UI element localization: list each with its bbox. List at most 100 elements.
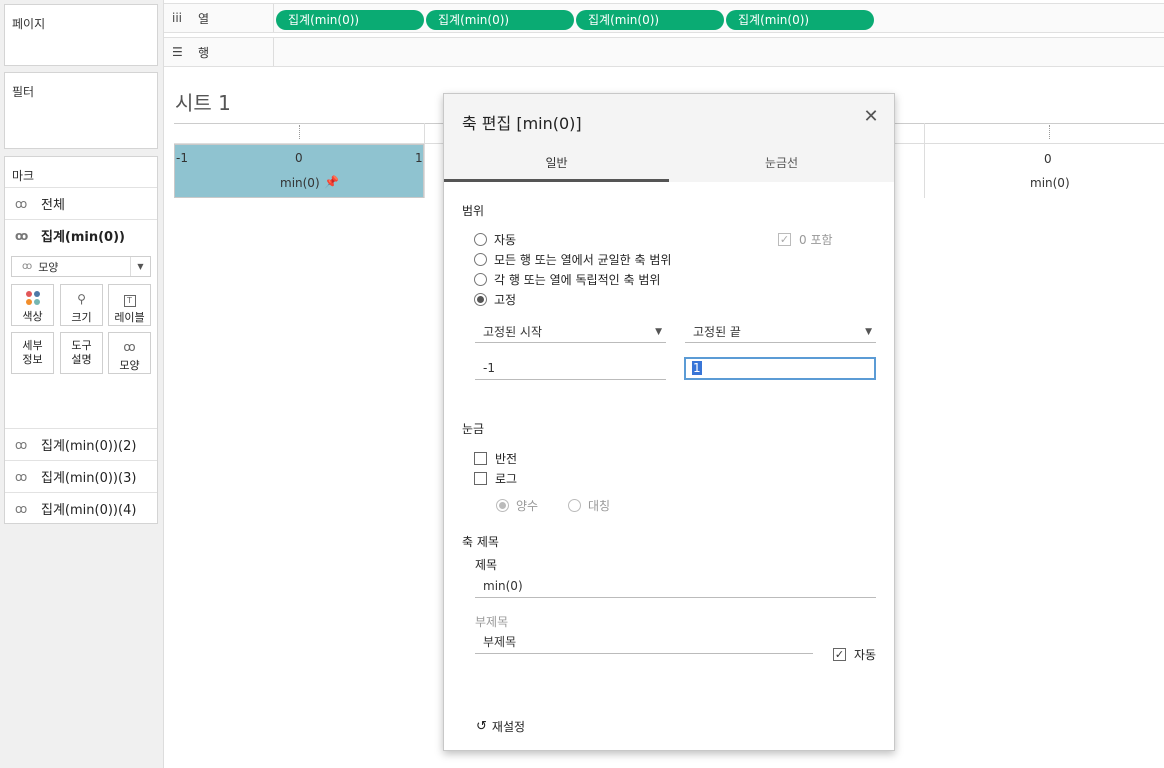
axis-title: min(0) — [280, 176, 320, 190]
marks-card-agg-2[interactable]: ꝏ 집계(min(0))(2) — [5, 428, 157, 460]
dropdown-value: 고정된 끝 — [693, 325, 741, 339]
label-button[interactable]: T 레이블 — [108, 284, 151, 326]
color-button[interactable]: 색상 — [11, 284, 54, 326]
fixed-end-dropdown[interactable]: 고정된 끝 ▼ — [685, 321, 876, 343]
column-pill[interactable]: 집계(min(0)) — [726, 10, 874, 30]
axis4-mid-tick: 0 — [1044, 152, 1052, 166]
axis-tick-mark — [299, 125, 300, 139]
range-fixed-radio[interactable]: 고정 — [474, 291, 516, 308]
pane-divider — [924, 123, 925, 198]
mark-type-dropdown[interactable]: ꝏ 모양 ▼ — [11, 256, 151, 277]
fixed-start-input[interactable]: -1 — [475, 357, 666, 380]
option-label: 로그 — [495, 472, 518, 486]
selected-axis[interactable]: -1 0 1 min(0) 📌 — [174, 144, 424, 198]
left-sidebar: 페이지 필터 마크 ꝏ 전체 ꝏ 집계(min(0)) ꝏ 모양 ▼ 색상 ⚲ … — [0, 0, 164, 768]
marks-panel: 마크 ꝏ 전체 ꝏ 집계(min(0)) ꝏ 모양 ▼ 색상 ⚲ 크기 T 레이… — [4, 156, 158, 524]
axis-title-heading: 축 제목 — [462, 535, 499, 549]
dropdown-value: 고정된 시작 — [483, 325, 543, 339]
pages-panel[interactable]: 페이지 — [4, 4, 158, 66]
marks-card-label: 집계(min(0))(4) — [41, 503, 137, 518]
marks-card-agg[interactable]: ꝏ 집계(min(0)) — [5, 219, 157, 251]
pane-divider — [424, 123, 425, 198]
rows-shelf[interactable]: ☰ 행 — [164, 37, 1164, 67]
marks-card-agg-3[interactable]: ꝏ 집계(min(0))(3) — [5, 460, 157, 492]
close-icon[interactable]: ✕ — [860, 106, 882, 128]
rows-icon: ☰ — [172, 45, 183, 59]
option-label: 반전 — [495, 452, 518, 466]
subtitle-input[interactable]: 부제목 — [475, 631, 813, 654]
checkbox-icon — [474, 452, 487, 465]
marks-card-label: 집계(min(0))(2) — [41, 439, 137, 454]
axis-tick-mark — [1049, 125, 1050, 139]
scale-heading: 눈금 — [462, 422, 485, 436]
range-independent-radio[interactable]: 각 행 또는 열에 독립적인 축 범위 — [474, 271, 660, 288]
dialog-title: 축 편집 [min(0)] — [462, 114, 582, 133]
tab-gridlines[interactable]: 눈금선 — [669, 150, 894, 182]
radio-icon — [568, 499, 581, 512]
dialog-header: 축 편집 [min(0)] ✕ 일반 눈금선 — [444, 94, 894, 182]
shape-icon: ꝏ — [15, 501, 28, 516]
chevron-down-icon: ▼ — [655, 327, 662, 337]
marks-card-all[interactable]: ꝏ 전체 — [5, 187, 157, 219]
title-label: 제목 — [475, 558, 498, 572]
checkbox-icon — [474, 472, 487, 485]
radio-icon — [474, 253, 487, 266]
fixed-start-dropdown[interactable]: 고정된 시작 ▼ — [475, 321, 666, 343]
positive-radio[interactable]: 양수 — [496, 497, 538, 514]
reset-label: 재설정 — [491, 720, 526, 734]
shape-icon: ꝏ — [22, 261, 33, 272]
subtitle-auto-checkbox[interactable]: ✓ 자동 — [833, 646, 876, 663]
range-uniform-radio[interactable]: 모든 행 또는 열에서 균일한 축 범위 — [474, 251, 671, 268]
chevron-down-icon: ▼ — [865, 327, 872, 337]
label-icon: T — [109, 289, 150, 309]
log-checkbox[interactable]: 로그 — [474, 470, 517, 487]
column-pill[interactable]: 집계(min(0)) — [426, 10, 574, 30]
reset-button[interactable]: ↺ 재설정 — [476, 718, 525, 735]
filters-title: 필터 — [12, 85, 35, 99]
shape-icon: ꝏ — [15, 437, 28, 452]
include-zero-checkbox[interactable]: ✓ 0 포함 — [778, 231, 833, 248]
filters-panel[interactable]: 필터 — [4, 72, 158, 149]
shape-button[interactable]: ꝏ 모양 — [108, 332, 151, 374]
detail-button[interactable]: 세부 정보 — [11, 332, 54, 374]
marks-card-label: 집계(min(0)) — [41, 230, 125, 245]
size-icon: ⚲ — [77, 292, 86, 306]
option-label: 0 포함 — [799, 233, 833, 247]
radio-selected-icon — [474, 293, 487, 306]
tooltip-button[interactable]: 도구 설명 — [60, 332, 103, 374]
pin-icon[interactable]: 📌 — [324, 175, 339, 189]
fixed-end-value: 1 — [692, 361, 702, 375]
option-label: 고정 — [494, 293, 517, 307]
size-label: 크기 — [71, 311, 92, 324]
columns-label: 열 — [198, 11, 210, 26]
undo-icon: ↺ — [476, 719, 487, 734]
shape-icon: ꝏ — [15, 228, 29, 243]
checkbox-checked-icon: ✓ — [778, 233, 791, 246]
color-label: 색상 — [22, 310, 43, 323]
title-input[interactable]: min(0) — [475, 575, 876, 598]
option-label: 자동 — [854, 648, 877, 662]
option-label: 모든 행 또는 열에서 균일한 축 범위 — [494, 253, 672, 267]
size-button[interactable]: ⚲ 크기 — [60, 284, 103, 326]
option-label: 자동 — [494, 233, 517, 247]
columns-shelf[interactable]: iii 열 집계(min(0)) 집계(min(0)) 집계(min(0)) 집… — [164, 3, 1164, 33]
marks-card-label: 전체 — [41, 198, 65, 213]
fixed-end-input[interactable]: 1 — [684, 357, 876, 380]
subtitle-label: 부제목 — [475, 615, 509, 629]
shape-icon: ꝏ — [123, 340, 136, 354]
radio-selected-icon — [496, 499, 509, 512]
tab-general[interactable]: 일반 — [444, 150, 669, 182]
reversed-checkbox[interactable]: 반전 — [474, 450, 517, 467]
column-pill[interactable]: 집계(min(0)) — [276, 10, 424, 30]
range-auto-radio[interactable]: 자동 — [474, 231, 516, 248]
columns-icon: iii — [172, 11, 183, 25]
rows-label: 행 — [198, 45, 210, 60]
mark-type-value: 모양 — [38, 260, 59, 274]
axis-max-tick: 1 — [415, 151, 423, 165]
tooltip-label: 도구 설명 — [71, 339, 92, 366]
symmetric-radio[interactable]: 대칭 — [568, 497, 610, 514]
marks-card-agg-4[interactable]: ꝏ 집계(min(0))(4) — [5, 492, 157, 524]
column-pill[interactable]: 집계(min(0)) — [576, 10, 724, 30]
axis4-title: min(0) — [1030, 176, 1070, 190]
checkbox-checked-icon: ✓ — [833, 648, 846, 661]
